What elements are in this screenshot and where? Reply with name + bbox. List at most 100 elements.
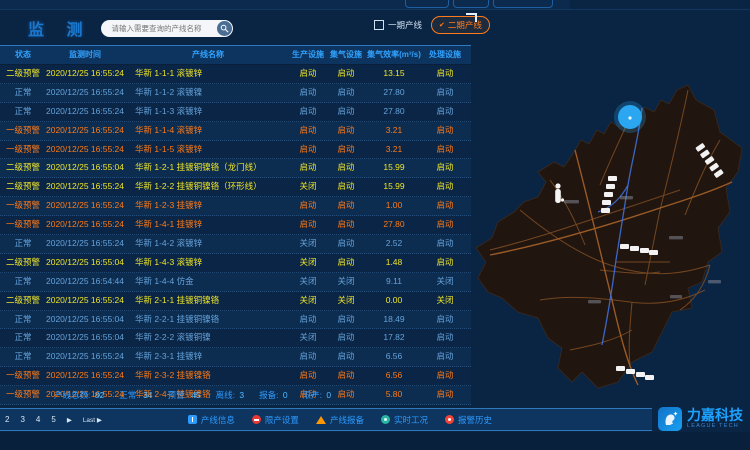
legend-label: 报警历史	[458, 414, 492, 426]
table-row[interactable]: 正常 2020/12/25 16:55:24 华新 2-3-1 挂镀锌 启动 启…	[0, 348, 471, 367]
production-cell: 启动	[290, 122, 326, 140]
production-cell: 启动	[290, 141, 326, 159]
time-cell: 2020/12/25 16:55:24	[44, 292, 126, 310]
time-cell: 2020/12/25 16:55:24	[44, 235, 126, 253]
table-body: 二级预警 2020/12/25 16:55:24 华新 1-1-1 滚镀锌 启动…	[0, 65, 471, 405]
col-time: 监测时间	[44, 46, 126, 64]
table-row[interactable]: 二级预警 2020/12/25 16:55:04 华新 1-2-1 挂镀铜镍铬（…	[0, 159, 471, 178]
table-row[interactable]: 一级预警 2020/12/25 16:55:24 华新 1-1-4 滚镀锌 启动…	[0, 122, 471, 141]
summary-value: 45	[191, 390, 200, 400]
search-input[interactable]	[101, 24, 211, 33]
name-cell: 华新 1-4-2 滚镀锌	[126, 235, 290, 253]
gas-cell: 启动	[326, 197, 366, 215]
legend-item[interactable]: 限产设置	[252, 414, 299, 426]
table-row[interactable]: 二级预警 2020/12/25 16:55:24 华新 2-1-1 挂镀铜镍铬 …	[0, 292, 471, 311]
legend-item[interactable]: 产线报备	[316, 414, 364, 426]
time-cell: 2020/12/25 16:55:24	[44, 197, 126, 215]
status-cell: 正常	[2, 235, 44, 253]
name-cell: 华新 1-2-2 挂镀铜镍铬（环形线）	[126, 178, 290, 196]
gas-cell: 启动	[326, 235, 366, 253]
status-cell: 二级预警	[2, 292, 44, 310]
status-cell: 一级预警	[2, 367, 44, 385]
gas-cell: 启动	[326, 122, 366, 140]
table-row[interactable]: 二级预警 2020/12/25 16:55:24 华新 1-1-1 滚镀锌 启动…	[0, 65, 471, 84]
corner-bracket-decoration	[466, 13, 477, 22]
page-number[interactable]: 5	[51, 415, 55, 424]
name-cell: 华新 1-2-1 挂镀铜镍铬（龙门线）	[126, 159, 290, 177]
name-cell: 华新 1-1-5 滚镀锌	[126, 141, 290, 159]
name-cell: 华新 2-2-1 挂镀铜镍铬	[126, 311, 290, 329]
treatment-cell: 启动	[422, 84, 468, 102]
table-row[interactable]: 正常 2020/12/25 16:55:04 华新 2-2-2 滚镀铜镍 关闭 …	[0, 329, 471, 348]
time-cell: 2020/12/25 16:55:04	[44, 254, 126, 272]
time-cell: 2020/12/25 16:55:24	[44, 65, 126, 83]
time-cell: 2020/12/25 16:54:44	[44, 273, 126, 291]
treatment-cell: 启动	[422, 254, 468, 272]
production-line-table: 状态 监测时间 产线名称 生产设施 集气设施 集气效率(m³/s) 处理设施 二…	[0, 45, 471, 405]
gas-cell: 启动	[326, 84, 366, 102]
legend-item[interactable]: 实时工况	[381, 414, 428, 426]
page-number[interactable]: 4	[36, 415, 40, 424]
summary-label: 报备:	[259, 390, 278, 400]
table-row[interactable]: 正常 2020/12/25 16:54:44 华新 1-4-4 仿金 关闭 关闭…	[0, 273, 471, 292]
legend-item[interactable]: 产线信息	[188, 414, 235, 426]
top-tab-shape	[453, 0, 489, 8]
map-legend: 产线信息 限产设置 产线报备 实时工况	[188, 414, 492, 426]
production-cell: 关闭	[290, 178, 326, 196]
top-tab-shape	[493, 0, 553, 8]
summary-item: 预警: 45	[167, 389, 200, 401]
page-number[interactable]: 3	[20, 415, 24, 424]
treatment-cell: 关闭	[422, 273, 468, 291]
realtime-icon	[381, 415, 390, 424]
time-cell: 2020/12/25 16:55:24	[44, 216, 126, 234]
table-row[interactable]: 二级预警 2020/12/25 16:55:24 华新 1-2-2 挂镀铜镍铬（…	[0, 178, 471, 197]
treatment-cell: 启动	[422, 159, 468, 177]
legend-label: 产线信息	[201, 414, 235, 426]
time-cell: 2020/12/25 16:55:24	[44, 84, 126, 102]
table-row[interactable]: 正常 2020/12/25 16:55:24 华新 1-1-2 滚镀镍 启动 启…	[0, 84, 471, 103]
phase2-button[interactable]: ✔ 二期产线	[431, 16, 490, 34]
next-page-icon[interactable]: ▶	[67, 416, 72, 424]
summary-label: 产线总数:	[54, 390, 90, 400]
name-cell: 华新 1-1-2 滚镀镍	[126, 84, 290, 102]
table-row[interactable]: 正常 2020/12/25 16:55:24 华新 1-4-2 滚镀锌 关闭 启…	[0, 235, 471, 254]
table-row[interactable]: 一级预警 2020/12/25 16:55:24 华新 1-4-1 挂镀锌 启动…	[0, 216, 471, 235]
table-row[interactable]: 一级预警 2020/12/25 16:55:24 华新 1-2-3 挂镀锌 启动…	[0, 197, 471, 216]
name-cell: 华新 1-4-3 滚镀锌	[126, 254, 290, 272]
treatment-cell: 关闭	[422, 292, 468, 310]
time-cell: 2020/12/25 16:55:04	[44, 311, 126, 329]
name-cell: 华新 2-2-2 滚镀铜镍	[126, 329, 290, 347]
production-cell: 启动	[290, 84, 326, 102]
production-cell: 启动	[290, 367, 326, 385]
gas-cell: 启动	[326, 348, 366, 366]
col-production: 生产设施	[290, 46, 326, 64]
treatment-cell: 启动	[422, 65, 468, 83]
region-map[interactable]	[470, 50, 750, 405]
logo-text-cn: 力嘉科技	[687, 408, 743, 422]
table-row[interactable]: 正常 2020/12/25 16:55:04 华新 2-2-1 挂镀铜镍铬 启动…	[0, 311, 471, 330]
phase1-checkbox[interactable]: 一期产线	[374, 19, 422, 31]
map-marker[interactable]	[614, 101, 646, 133]
production-cell: 关闭	[290, 254, 326, 272]
production-cell: 关闭	[290, 292, 326, 310]
table-row[interactable]: 正常 2020/12/25 16:55:24 华新 1-1-3 滚镀锌 启动 启…	[0, 103, 471, 122]
treatment-cell: 启动	[422, 348, 468, 366]
table-row[interactable]: 一级预警 2020/12/25 16:55:24 华新 1-1-5 滚镀锌 启动…	[0, 141, 471, 160]
legend-label: 限产设置	[265, 414, 299, 426]
production-cell: 启动	[290, 216, 326, 234]
legend-item[interactable]: 报警历史	[445, 414, 492, 426]
table-row[interactable]: 二级预警 2020/12/25 16:55:04 华新 1-4-3 滚镀锌 关闭…	[0, 254, 471, 273]
efficiency-cell: 13.15	[366, 65, 422, 83]
status-cell: 一级预警	[2, 122, 44, 140]
page-number[interactable]: 2	[5, 415, 9, 424]
name-cell: 华新 1-1-3 滚镀锌	[126, 103, 290, 121]
treatment-cell: 启动	[422, 197, 468, 215]
time-cell: 2020/12/25 16:55:24	[44, 103, 126, 121]
last-page-button[interactable]: Last ▶	[83, 416, 102, 424]
status-cell: 正常	[2, 311, 44, 329]
col-name: 产线名称	[126, 46, 290, 64]
efficiency-cell: 15.99	[366, 178, 422, 196]
alarm-icon	[445, 415, 454, 424]
table-row[interactable]: 一级预警 2020/12/25 16:55:24 华新 2-3-2 挂镀镍铬 启…	[0, 367, 471, 386]
search-icon[interactable]	[217, 21, 232, 36]
